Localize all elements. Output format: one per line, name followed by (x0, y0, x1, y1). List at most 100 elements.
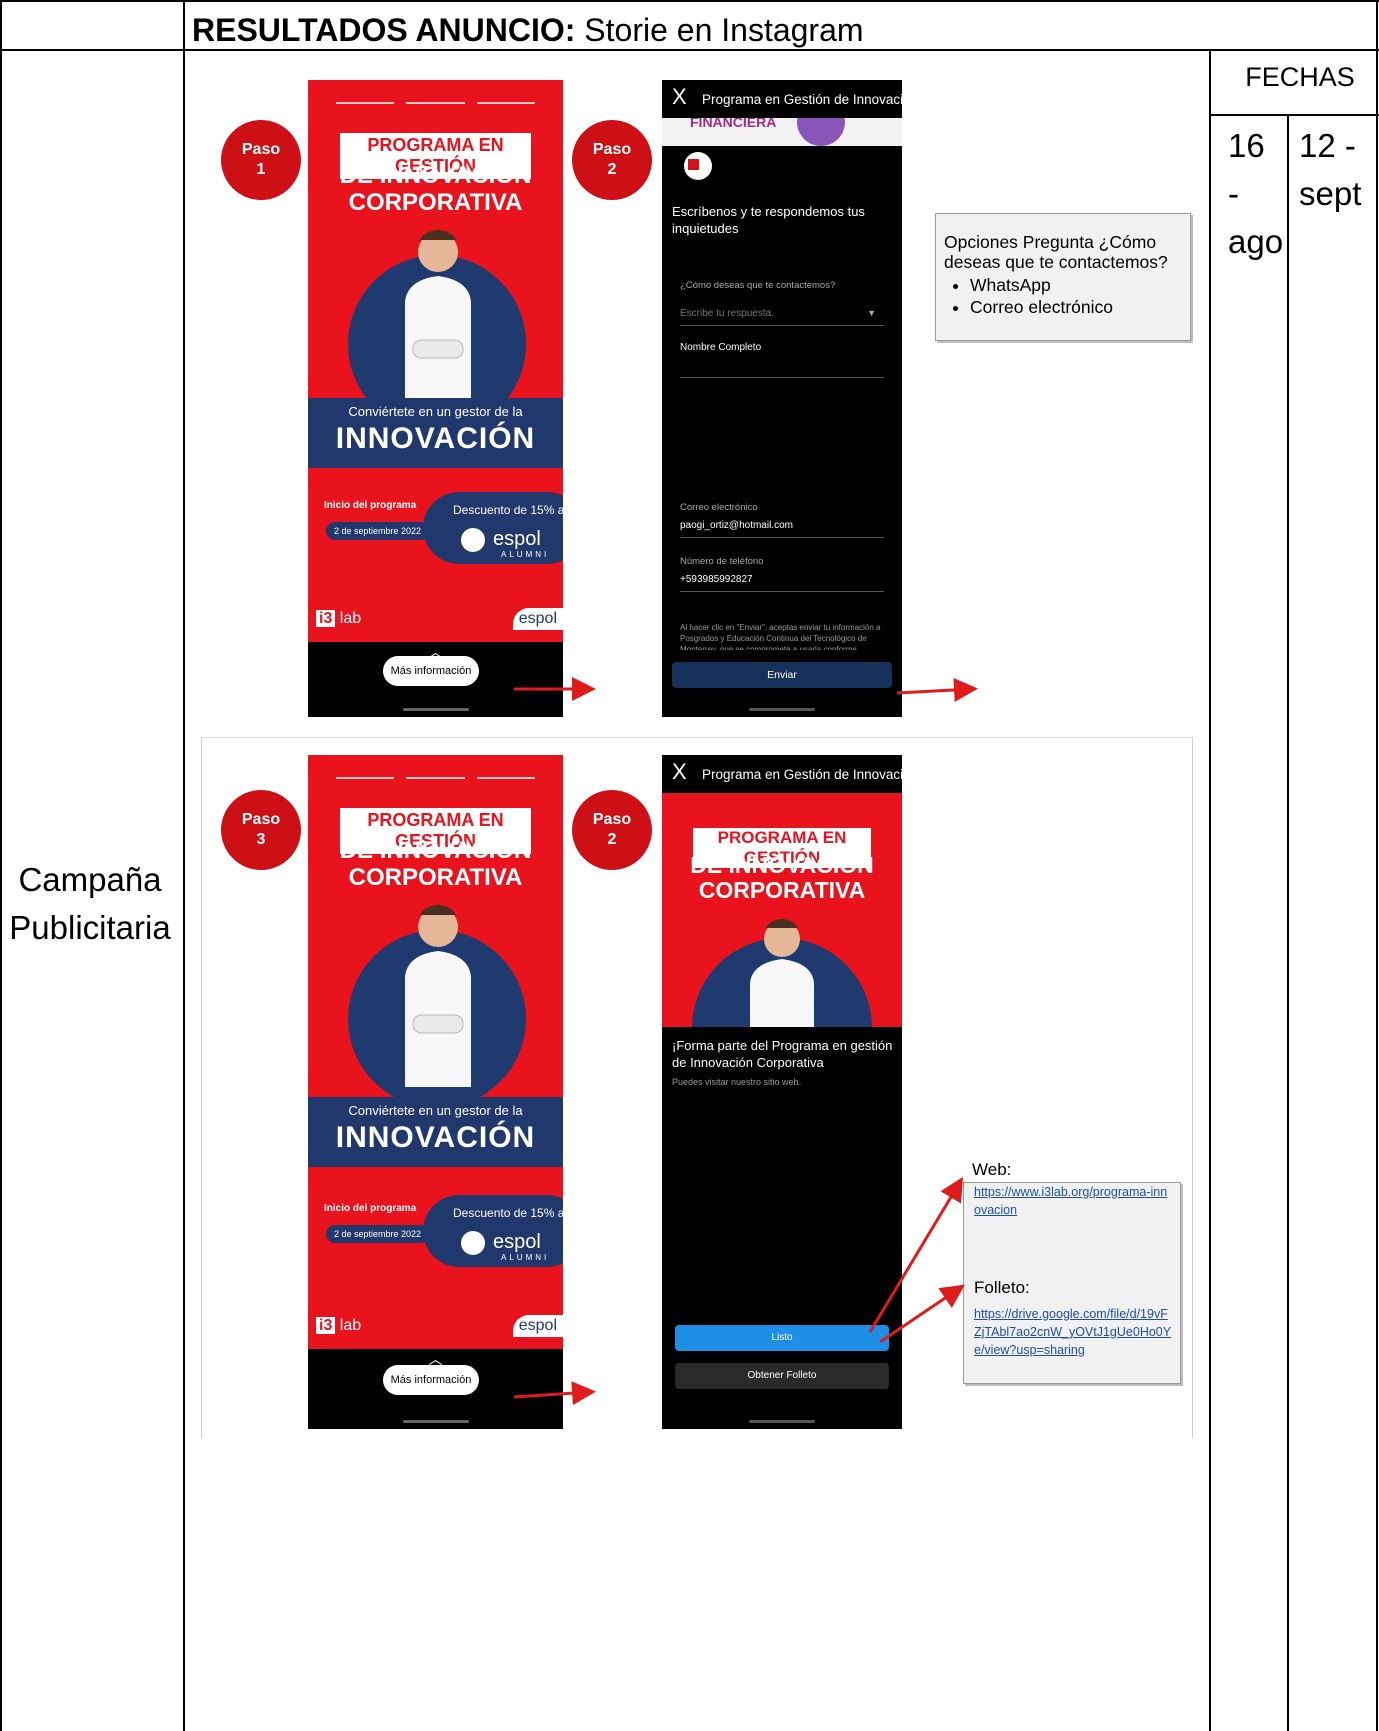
badge-number: 1 (256, 161, 266, 178)
story-screenshot-1: PROGRAMA EN GESTIÓN DE INNOVACIÓN CORPOR… (308, 80, 563, 717)
option-whatsapp: WhatsApp (970, 274, 1113, 296)
callout-heading-line1: Opciones Pregunta ¿Cómo (944, 232, 1157, 252)
banner-strip: FINANCIERA (662, 118, 902, 146)
table-border-right (1376, 0, 1378, 1731)
thanks-screenshot: X Programa en Gestión de Innovació PROGR… (662, 755, 902, 1429)
program-title-line2: CORPORATIVA (698, 877, 866, 903)
callout-heading: Opciones Pregunta ¿Cómo deseas que te co… (944, 232, 1168, 272)
start-date-pill: 2 de septiembre 2022 (326, 522, 430, 540)
espol-seal-icon (461, 1231, 485, 1255)
brochure-button[interactable]: Obtener Folleto (675, 1363, 889, 1389)
program-title-line2: CORPORATIVA (348, 189, 523, 216)
start-date-month: ago (1228, 223, 1284, 260)
visit-text: Puedes visitar nuestro sitio web. (672, 1077, 802, 1087)
discount-text: Descuento de 15% a (453, 1206, 563, 1220)
thanks-message: ¡Forma parte del Programa en gestión de … (672, 1037, 892, 1071)
title-bold: RESULTADOS ANUNCIO: (192, 12, 576, 48)
name-field[interactable]: Nombre Completo (680, 342, 884, 378)
i3lab-logo: i3 lab (316, 610, 361, 628)
email-field[interactable]: paogi_ortiz@hotmail.com (680, 520, 884, 538)
results-table: RESULTADOS ANUNCIO: Storie en Instagram … (0, 0, 1379, 1731)
espol-corner-logo: espol (512, 1315, 563, 1337)
presenter-figure (750, 919, 814, 1027)
chevron-down-icon[interactable]: ▼ (867, 308, 876, 318)
i3lab-avatar (684, 152, 712, 180)
program-title-line2: CORPORATIVA (348, 864, 523, 891)
table-border-top (0, 0, 1379, 2)
done-button[interactable]: Listo (675, 1325, 889, 1351)
fechas-header: FECHAS (1245, 62, 1355, 92)
espol-corner-logo: espol (512, 608, 563, 630)
more-info-button[interactable]: Más información (383, 1365, 479, 1395)
thanks-message-line1: ¡Forma parte del Programa en gestión (672, 1038, 893, 1053)
discount-pill: Descuento de 15% a espol ALUMNI (423, 492, 563, 564)
i3lab-logo: i3 lab (316, 1317, 361, 1335)
form-screenshot: X Programa en Gestión de Innovació FINAN… (662, 80, 902, 717)
program-title-line1: DE INNOVACIÓN (339, 837, 532, 864)
innovation-band: Conviértete en un gestor de la INNOVACIÓ… (308, 398, 563, 468)
banner-circle (797, 118, 845, 146)
banner-strip-text: FINANCIERA (690, 118, 777, 130)
presenter-figure (405, 230, 471, 412)
program-title-line1: DE INNOVACIÓN (339, 162, 532, 189)
brochure-link[interactable]: https://drive.google.com/file/d/19vFZjTA… (974, 1305, 1174, 1359)
band-title: INNOVACIÓN (335, 1121, 536, 1154)
thanks-title: Programa en Gestión de Innovació (702, 767, 902, 782)
program-title: DE INNOVACIÓN CORPORATIVA (308, 162, 563, 216)
home-indicator (403, 708, 469, 711)
phone-field[interactable]: +593985992827 (680, 574, 884, 592)
web-caption: Web: (972, 1160, 1012, 1179)
form-intro-line2: inquietudes (672, 221, 739, 236)
discount-text: Descuento de 15% a (453, 503, 563, 517)
brochure-label: Folleto: (974, 1278, 1030, 1297)
start-label: Inicio del programa (324, 1203, 417, 1214)
title-rest: Storie en Instagram (575, 12, 864, 48)
end-date: 12 - sept (1299, 122, 1379, 218)
fechas-divider (1209, 114, 1379, 116)
more-info-button[interactable]: Más información (383, 656, 479, 686)
lab-text: lab (339, 610, 362, 627)
badge-number: 2 (607, 161, 617, 178)
email-label: Correo electrónico (680, 502, 758, 513)
thanks-header: X Programa en Gestión de Innovació (662, 755, 902, 793)
story-progress-bars (336, 777, 535, 779)
form-header: X Programa en Gestión de Innovació (662, 80, 902, 118)
form-title: Programa en Gestión de Innovació (702, 92, 902, 107)
badge-word: Paso (592, 141, 632, 158)
badge-number: 2 (607, 831, 617, 848)
band-title: INNOVACIÓN (335, 422, 536, 455)
row-label: Campaña Publicitaria (0, 856, 180, 952)
options-list: WhatsApp Correo electrónico (950, 274, 1113, 318)
page-title: RESULTADOS ANUNCIO: Storie en Instagram (192, 12, 864, 49)
links-callout: Web: https://www.i3lab.org/programa-inno… (963, 1182, 1181, 1384)
step-badge-2: Paso 2 (572, 120, 652, 200)
option-email: Correo electrónico (970, 296, 1113, 318)
band-subtitle: Conviértete en un gestor de la (348, 404, 523, 419)
web-link[interactable]: https://www.i3lab.org/programa-innovacio… (974, 1183, 1174, 1219)
espol-logo: espol (493, 528, 541, 550)
start-label: Inicio del programa (324, 500, 417, 511)
contact-options-callout: Opciones Pregunta ¿Cómo deseas que te co… (935, 213, 1191, 341)
row-label-line1: Campaña (18, 861, 162, 898)
program-title: DE INNOVACIÓN CORPORATIVA (308, 837, 563, 891)
table-header-bottom (0, 49, 1379, 51)
phone-label: Número de teléfono (680, 556, 764, 567)
end-date-month: sept (1299, 175, 1362, 212)
innovation-band: Conviértete en un gestor de la INNOVACIÓ… (308, 1097, 563, 1167)
story-progress-bars (336, 102, 535, 104)
home-indicator (403, 1420, 469, 1423)
thanks-message-line2: de Innovación Corporativa (672, 1055, 824, 1070)
espol-logo: espol (493, 1231, 541, 1253)
close-icon[interactable]: X (672, 759, 687, 785)
close-icon[interactable]: X (672, 84, 687, 110)
contact-select[interactable]: Escribe tu respuesta. (680, 308, 884, 326)
program-title: DE INNOVACIÓN CORPORATIVA (662, 853, 902, 903)
form-intro: Escríbenos y te respondemos tus inquietu… (672, 203, 865, 237)
i3-mark: i3 (316, 610, 336, 627)
start-date-day: 16 (1228, 127, 1265, 164)
start-date-pill: 2 de septiembre 2022 (326, 1225, 430, 1243)
send-button[interactable]: Enviar (672, 662, 892, 688)
story-screenshot-3: PROGRAMA EN GESTIÓN DE INNOVACIÓN CORPOR… (308, 755, 563, 1429)
story-bottom-bar: ︿ Más información (308, 642, 563, 717)
end-date-day: 12 - (1299, 127, 1356, 164)
